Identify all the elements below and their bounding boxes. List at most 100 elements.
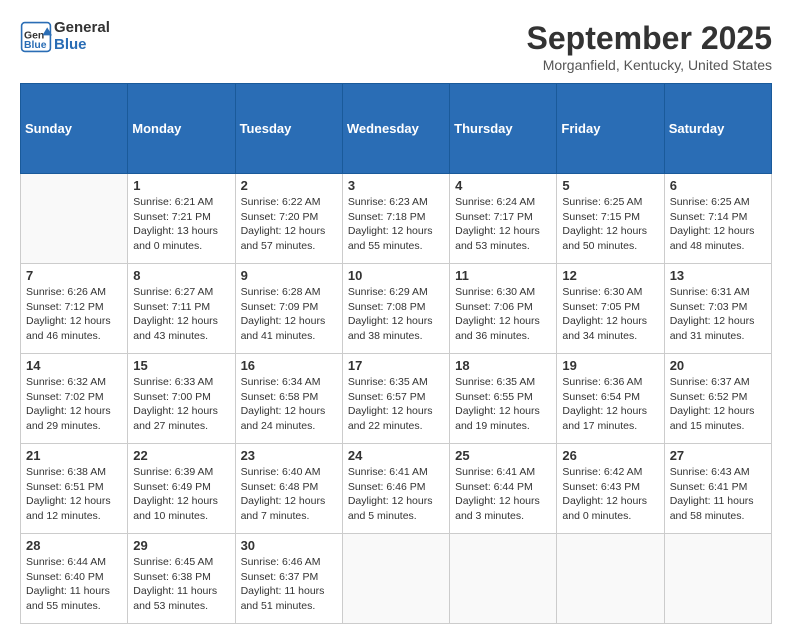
day-info: Sunrise: 6:40 AM Sunset: 6:48 PM Dayligh…: [241, 465, 337, 524]
day-info: Sunrise: 6:26 AM Sunset: 7:12 PM Dayligh…: [26, 285, 122, 344]
day-info: Sunrise: 6:23 AM Sunset: 7:18 PM Dayligh…: [348, 195, 444, 254]
day-number: 8: [133, 268, 229, 283]
calendar-cell: 8Sunrise: 6:27 AM Sunset: 7:11 PM Daylig…: [128, 264, 235, 354]
day-number: 17: [348, 358, 444, 373]
calendar-cell: 27 Sunrise: 6:43 AM Sunset: 6:41 PM Dayli…: [664, 444, 771, 534]
logo-text-general: General: [54, 20, 110, 37]
calendar-cell: [21, 174, 128, 264]
day-info: Sunrise: 6:42 AM Sunset: 6:43 PM Dayligh…: [562, 465, 658, 524]
location: Morganfield, Kentucky, United States: [527, 57, 772, 73]
month-title: September 2025: [527, 20, 772, 57]
calendar-week-3: 14 Sunrise: 6:32 AM Sunset: 7:02 PM Dayli…: [21, 354, 772, 444]
calendar-cell: 18 Sunrise: 6:35 AM Sunset: 6:55 PM Dayli…: [450, 354, 557, 444]
logo-icon: Gen Blue: [20, 21, 52, 53]
day-info: Sunrise: 6:30 AM Sunset: 7:05 PM Dayligh…: [562, 285, 658, 344]
calendar-cell: 23 Sunrise: 6:40 AM Sunset: 6:48 PM Dayli…: [235, 444, 342, 534]
day-number: 23: [241, 448, 337, 463]
day-number: 28: [26, 538, 122, 553]
calendar-cell: 14 Sunrise: 6:32 AM Sunset: 7:02 PM Dayli…: [21, 354, 128, 444]
day-number: 11: [455, 268, 551, 283]
day-number: 27: [670, 448, 766, 463]
day-info: Sunrise: 6:43 AM Sunset: 6:41 PM Dayligh…: [670, 465, 766, 524]
calendar-cell: 28 Sunrise: 6:44 AM Sunset: 6:40 PM Dayli…: [21, 534, 128, 624]
calendar-week-4: 21Sunrise: 6:38 AM Sunset: 6:51 PM Dayli…: [21, 444, 772, 534]
day-number: 18: [455, 358, 551, 373]
calendar-cell: 25Sunrise: 6:41 AM Sunset: 6:44 PM Dayli…: [450, 444, 557, 534]
calendar-cell: 29Sunrise: 6:45 AM Sunset: 6:38 PM Dayli…: [128, 534, 235, 624]
day-info: Sunrise: 6:34 AM Sunset: 6:58 PM Dayligh…: [241, 375, 337, 434]
day-info: Sunrise: 6:44 AM Sunset: 6:40 PM Dayligh…: [26, 555, 122, 614]
day-number: 9: [241, 268, 337, 283]
weekday-header-sunday: Sunday: [21, 84, 128, 174]
calendar-cell: 6Sunrise: 6:25 AM Sunset: 7:14 PM Daylig…: [664, 174, 771, 264]
calendar-cell: 5 Sunrise: 6:25 AM Sunset: 7:15 PM Daylig…: [557, 174, 664, 264]
calendar-cell: 3 Sunrise: 6:23 AM Sunset: 7:18 PM Daylig…: [342, 174, 449, 264]
calendar-cell: 11 Sunrise: 6:30 AM Sunset: 7:06 PM Dayli…: [450, 264, 557, 354]
calendar-week-1: 1Sunrise: 6:21 AM Sunset: 7:21 PM Daylig…: [21, 174, 772, 264]
title-block: September 2025 Morganfield, Kentucky, Un…: [527, 20, 772, 73]
calendar-cell: 9 Sunrise: 6:28 AM Sunset: 7:09 PM Daylig…: [235, 264, 342, 354]
day-number: 6: [670, 178, 766, 193]
weekday-header-tuesday: Tuesday: [235, 84, 342, 174]
day-info: Sunrise: 6:28 AM Sunset: 7:09 PM Dayligh…: [241, 285, 337, 344]
calendar-week-2: 7 Sunrise: 6:26 AM Sunset: 7:12 PM Daylig…: [21, 264, 772, 354]
day-info: Sunrise: 6:33 AM Sunset: 7:00 PM Dayligh…: [133, 375, 229, 434]
day-number: 3: [348, 178, 444, 193]
calendar-cell: 7 Sunrise: 6:26 AM Sunset: 7:12 PM Daylig…: [21, 264, 128, 354]
calendar-cell: 26 Sunrise: 6:42 AM Sunset: 6:43 PM Dayli…: [557, 444, 664, 534]
day-info: Sunrise: 6:22 AM Sunset: 7:20 PM Dayligh…: [241, 195, 337, 254]
day-info: Sunrise: 6:35 AM Sunset: 6:55 PM Dayligh…: [455, 375, 551, 434]
day-number: 15: [133, 358, 229, 373]
calendar-cell: 19Sunrise: 6:36 AM Sunset: 6:54 PM Dayli…: [557, 354, 664, 444]
calendar-cell: 12 Sunrise: 6:30 AM Sunset: 7:05 PM Dayli…: [557, 264, 664, 354]
day-number: 20: [670, 358, 766, 373]
day-info: Sunrise: 6:21 AM Sunset: 7:21 PM Dayligh…: [133, 195, 229, 254]
svg-text:Blue: Blue: [24, 40, 47, 51]
day-info: Sunrise: 6:24 AM Sunset: 7:17 PM Dayligh…: [455, 195, 551, 254]
calendar-cell: 24Sunrise: 6:41 AM Sunset: 6:46 PM Dayli…: [342, 444, 449, 534]
calendar-cell: 30 Sunrise: 6:46 AM Sunset: 6:37 PM Dayli…: [235, 534, 342, 624]
day-number: 14: [26, 358, 122, 373]
weekday-header-friday: Friday: [557, 84, 664, 174]
calendar-cell: [664, 534, 771, 624]
day-info: Sunrise: 6:46 AM Sunset: 6:37 PM Dayligh…: [241, 555, 337, 614]
day-number: 26: [562, 448, 658, 463]
calendar-cell: 4Sunrise: 6:24 AM Sunset: 7:17 PM Daylig…: [450, 174, 557, 264]
calendar-cell: 10Sunrise: 6:29 AM Sunset: 7:08 PM Dayli…: [342, 264, 449, 354]
calendar-cell: 1Sunrise: 6:21 AM Sunset: 7:21 PM Daylig…: [128, 174, 235, 264]
calendar-cell: [557, 534, 664, 624]
calendar-cell: 2Sunrise: 6:22 AM Sunset: 7:20 PM Daylig…: [235, 174, 342, 264]
calendar-cell: [342, 534, 449, 624]
day-number: 12: [562, 268, 658, 283]
day-number: 7: [26, 268, 122, 283]
day-number: 24: [348, 448, 444, 463]
weekday-header-wednesday: Wednesday: [342, 84, 449, 174]
day-info: Sunrise: 6:32 AM Sunset: 7:02 PM Dayligh…: [26, 375, 122, 434]
calendar-table: SundayMondayTuesdayWednesdayThursdayFrid…: [20, 83, 772, 624]
weekday-header-monday: Monday: [128, 84, 235, 174]
day-number: 21: [26, 448, 122, 463]
calendar-cell: 15 Sunrise: 6:33 AM Sunset: 7:00 PM Dayli…: [128, 354, 235, 444]
calendar-cell: 17Sunrise: 6:35 AM Sunset: 6:57 PM Dayli…: [342, 354, 449, 444]
day-number: 5: [562, 178, 658, 193]
calendar-cell: 20 Sunrise: 6:37 AM Sunset: 6:52 PM Dayli…: [664, 354, 771, 444]
calendar-cell: 16Sunrise: 6:34 AM Sunset: 6:58 PM Dayli…: [235, 354, 342, 444]
calendar-cell: 22Sunrise: 6:39 AM Sunset: 6:49 PM Dayli…: [128, 444, 235, 534]
day-info: Sunrise: 6:25 AM Sunset: 7:15 PM Dayligh…: [562, 195, 658, 254]
calendar-week-5: 28 Sunrise: 6:44 AM Sunset: 6:40 PM Dayli…: [21, 534, 772, 624]
day-number: 13: [670, 268, 766, 283]
day-info: Sunrise: 6:39 AM Sunset: 6:49 PM Dayligh…: [133, 465, 229, 524]
calendar-cell: 21Sunrise: 6:38 AM Sunset: 6:51 PM Dayli…: [21, 444, 128, 534]
day-info: Sunrise: 6:37 AM Sunset: 6:52 PM Dayligh…: [670, 375, 766, 434]
calendar-body: 1Sunrise: 6:21 AM Sunset: 7:21 PM Daylig…: [21, 174, 772, 624]
page-header: Gen Blue General Blue September 2025 Mor…: [20, 20, 772, 73]
weekday-header-thursday: Thursday: [450, 84, 557, 174]
logo-text-blue: Blue: [54, 37, 110, 54]
logo: Gen Blue General Blue: [20, 20, 110, 53]
calendar-cell: 13Sunrise: 6:31 AM Sunset: 7:03 PM Dayli…: [664, 264, 771, 354]
day-info: Sunrise: 6:41 AM Sunset: 6:44 PM Dayligh…: [455, 465, 551, 524]
day-number: 30: [241, 538, 337, 553]
day-number: 19: [562, 358, 658, 373]
day-info: Sunrise: 6:29 AM Sunset: 7:08 PM Dayligh…: [348, 285, 444, 344]
day-info: Sunrise: 6:30 AM Sunset: 7:06 PM Dayligh…: [455, 285, 551, 344]
